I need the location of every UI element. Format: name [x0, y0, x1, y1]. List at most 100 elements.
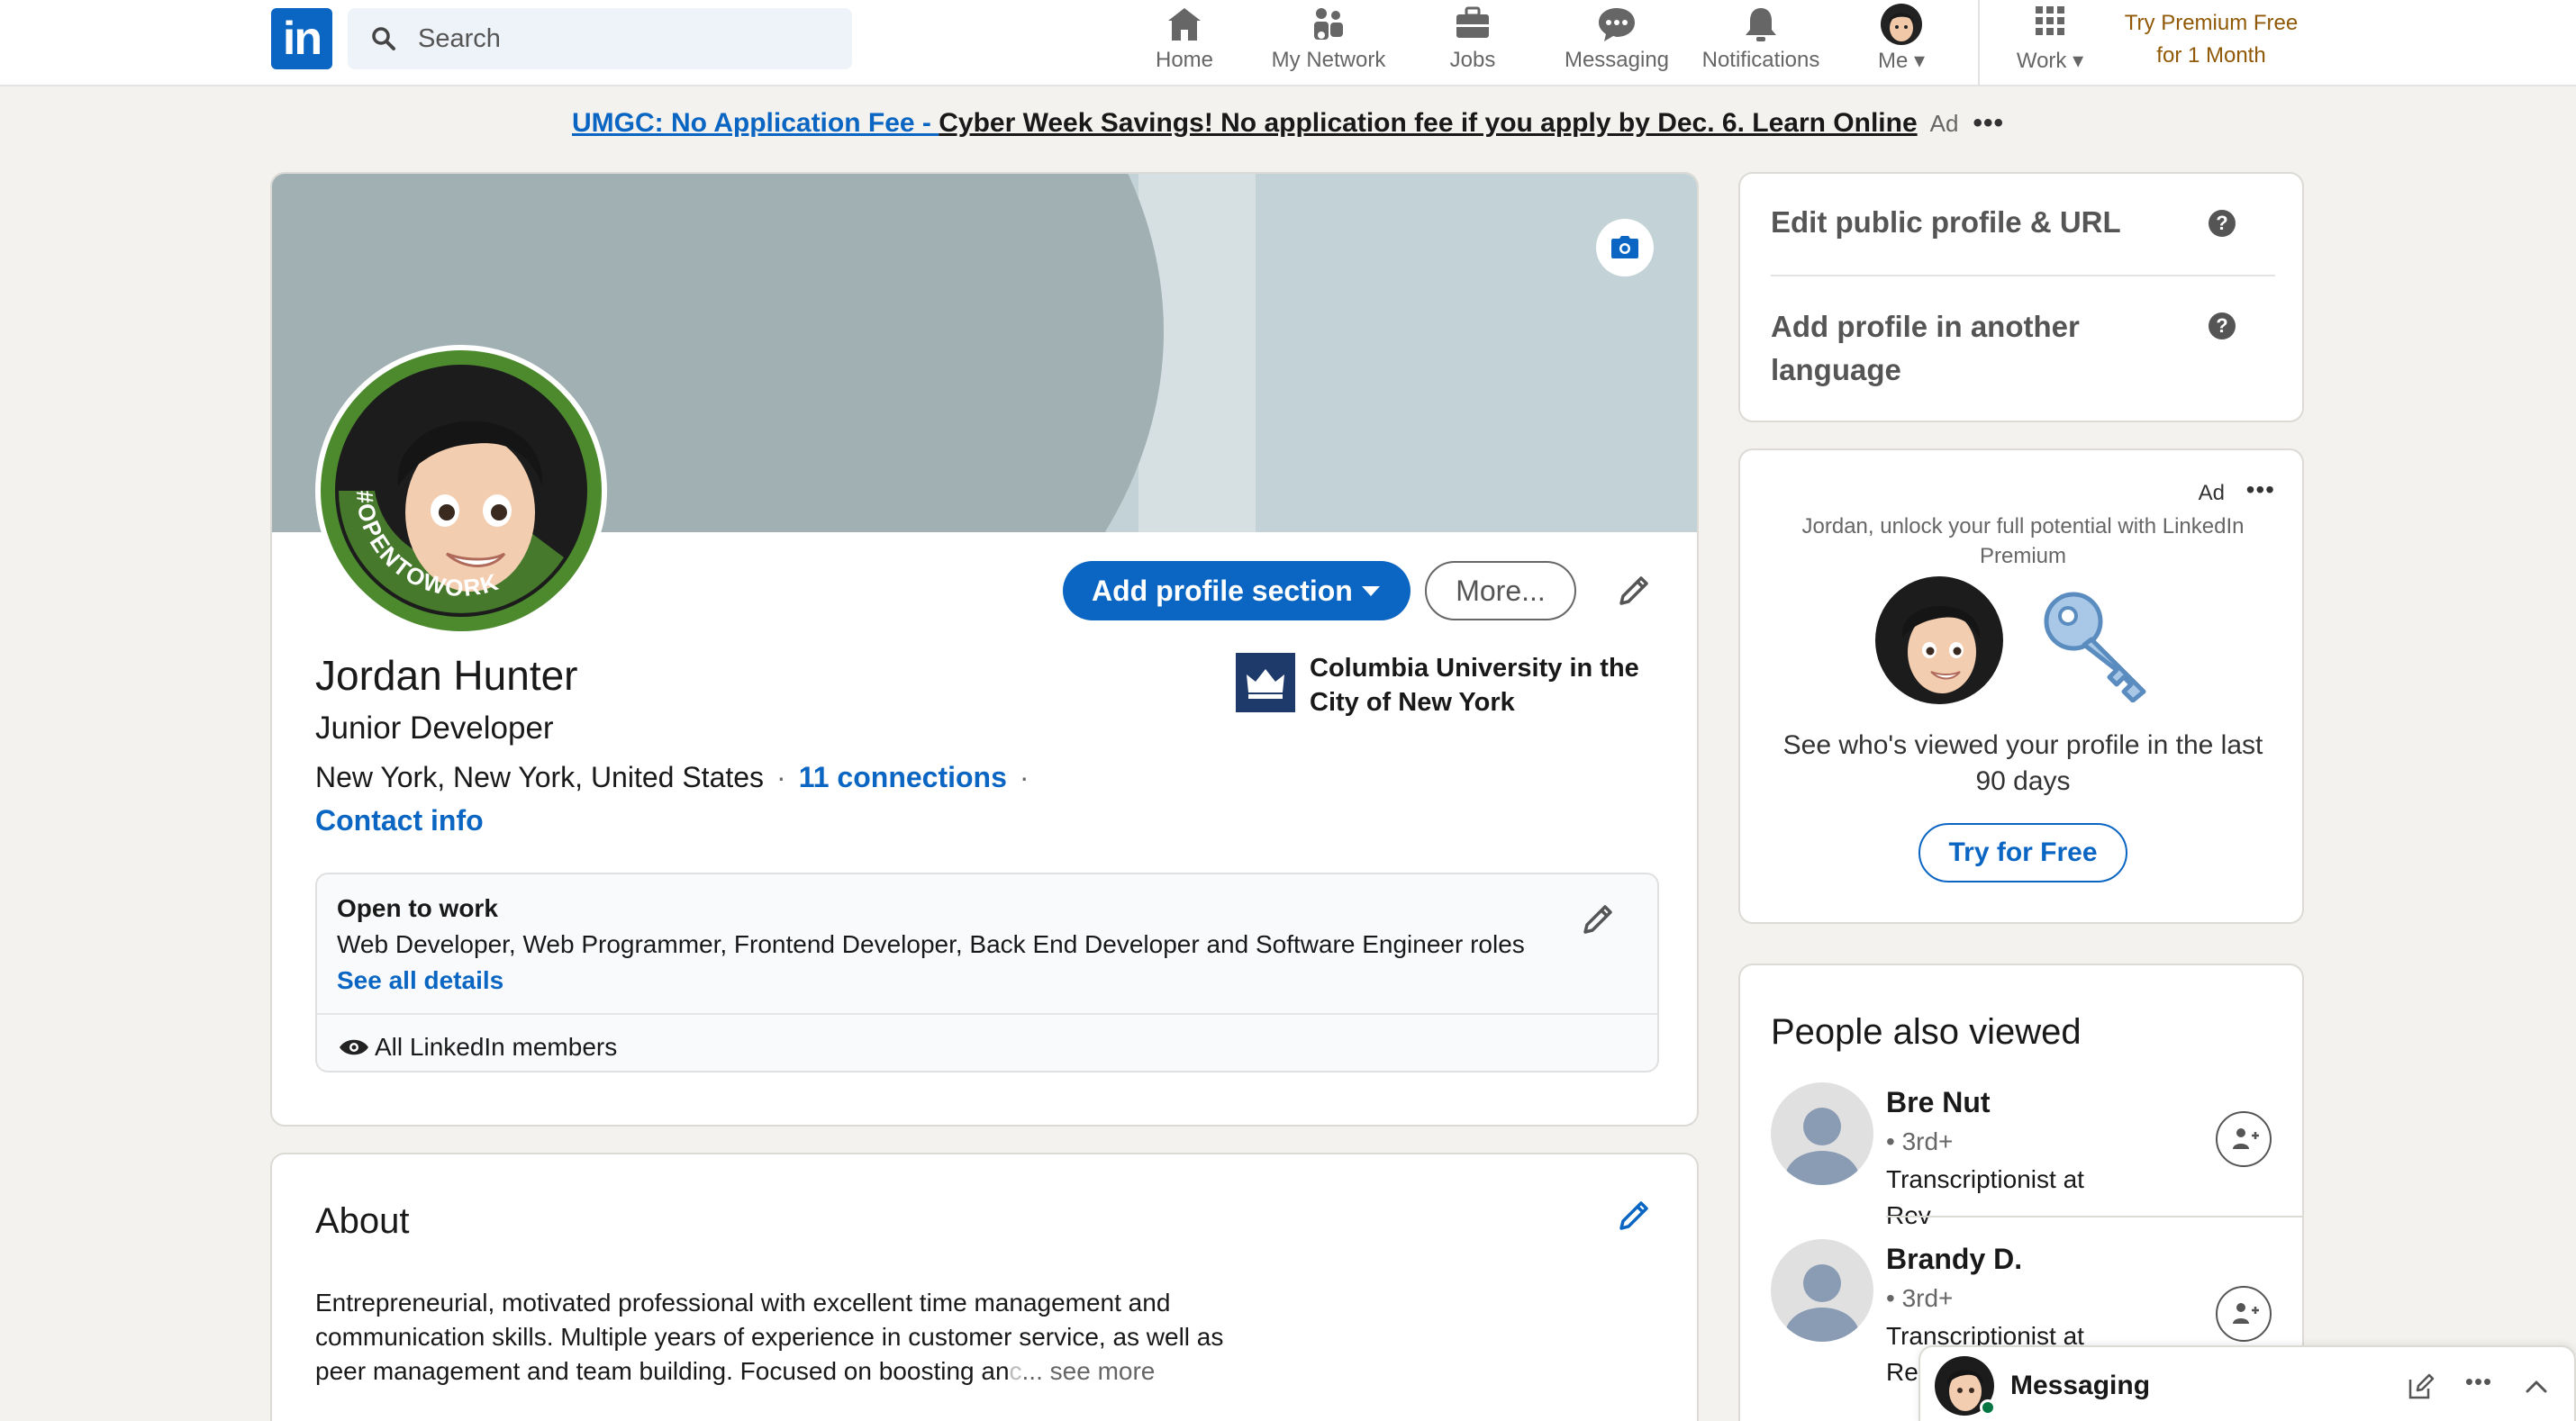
ad-banner-text[interactable]: Cyber Week Savings! No application fee i… — [939, 108, 1917, 138]
chat-icon — [1599, 8, 1635, 41]
network-icon — [1314, 8, 1343, 40]
chevron-up-icon[interactable] — [2522, 1372, 2551, 1401]
ad-tag: Ad — [2198, 481, 2225, 505]
person-name[interactable]: Bre Nut — [1886, 1086, 1991, 1119]
edit-about-pencil-icon[interactable] — [1614, 1196, 1654, 1235]
open-to-work-box: Open to work Web Developer, Web Programm… — [315, 873, 1659, 1073]
open-to-work-photo-frame: #OPENTOWORK — [321, 350, 602, 631]
online-status-indicator — [1980, 1399, 1996, 1416]
key-icon — [2044, 592, 2146, 702]
open-to-work-title: Open to work — [337, 894, 498, 922]
try-premium-link[interactable]: Try Premium Free for 1 Month — [2108, 7, 2315, 72]
premium-tagline: Jordan, unlock your full potential with … — [1801, 514, 2245, 568]
try-for-free-button[interactable]: Try for Free — [1918, 823, 2127, 882]
premium-line-2: for 1 Month — [2156, 43, 2266, 68]
ad-tag: Ad — [1929, 110, 1959, 137]
help-icon[interactable]: ? — [2209, 210, 2236, 237]
help-icon[interactable]: ? — [2209, 312, 2236, 339]
profile-card: #OPENTOWORK Add profile section More... … — [270, 172, 1699, 1127]
nav-messaging-label: Messaging — [1564, 48, 1670, 72]
top-navigation: in Home My Network Jobs — [0, 0, 2576, 86]
person-avatar — [1771, 1239, 1873, 1342]
nav-jobs[interactable]: Jobs — [1432, 0, 1513, 86]
nav-work[interactable]: Work ▾ — [2005, 0, 2095, 86]
nav-jobs-label: Jobs — [1449, 48, 1496, 72]
avatar-icon — [1881, 4, 1922, 45]
about-fade: c — [1009, 1357, 1022, 1385]
profile-name: Jordan Hunter — [315, 652, 578, 699]
nav-my-network-label: My Network — [1271, 48, 1386, 72]
ad-banner: UMGC: No Application Fee - Cyber Week Sa… — [0, 108, 2576, 139]
people-also-viewed-heading: People also viewed — [1771, 1012, 2082, 1052]
caret-down-icon — [1362, 586, 1380, 596]
nav-my-network[interactable]: My Network — [1261, 0, 1396, 86]
ad-banner-link[interactable]: UMGC: No Application Fee - — [572, 108, 939, 138]
edit-public-profile-link[interactable]: Edit public profile & URL — [1771, 201, 2185, 244]
profile-headline: Junior Developer — [315, 710, 554, 746]
contact-info-link[interactable]: Contact info — [315, 804, 484, 837]
divider — [1886, 1216, 2302, 1217]
connect-button[interactable] — [2216, 1286, 2272, 1342]
nav-divider — [1978, 0, 1980, 86]
ad-options-button[interactable]: ••• — [1973, 108, 2004, 138]
edit-open-to-work-pencil-icon[interactable] — [1578, 900, 1618, 939]
about-card: About Entrepreneurial, motivated profess… — [270, 1153, 1699, 1421]
school-name: Columbia University in the City of New Y… — [1310, 654, 1639, 717]
nav-notifications[interactable]: Notifications — [1693, 0, 1828, 86]
edit-intro-pencil-icon[interactable] — [1614, 571, 1654, 611]
camera-icon — [1611, 236, 1638, 258]
person-avatar — [1771, 1082, 1873, 1185]
see-all-details-link[interactable]: See all details — [337, 966, 503, 995]
about-heading: About — [315, 1201, 410, 1241]
add-profile-section-button[interactable]: Add profile section — [1063, 561, 1410, 620]
bell-icon — [1746, 8, 1776, 41]
connections-link[interactable]: 11 connections — [799, 761, 1007, 793]
add-profile-section-label: Add profile section — [1092, 575, 1353, 607]
search-input[interactable] — [418, 8, 832, 69]
person-degree: • 3rd+ — [1886, 1127, 1954, 1155]
divider — [317, 1013, 1657, 1015]
ad-options-button[interactable]: ••• — [2246, 475, 2275, 504]
premium-pitch: See who's viewed your profile in the las… — [1782, 730, 2263, 796]
profile-location-line: New York, New York, United States · 11 con… — [315, 761, 1042, 794]
compose-message-icon[interactable] — [2407, 1372, 2435, 1401]
premium-line-1: Try Premium Free — [2124, 11, 2299, 35]
linkedin-logo[interactable]: in — [271, 8, 332, 69]
eye-icon — [340, 1039, 368, 1055]
visibility-label: All LinkedIn members — [375, 1033, 618, 1061]
add-language-profile-link[interactable]: Add profile in another language — [1771, 305, 2185, 392]
nav-messaging[interactable]: Messaging — [1555, 0, 1679, 86]
separator-dot: · — [776, 761, 786, 793]
divider — [1771, 275, 2275, 276]
nav-me[interactable]: Me ▾ — [1864, 0, 1938, 86]
columbia-crest-icon — [1236, 653, 1295, 712]
edit-cover-button[interactable] — [1596, 219, 1654, 276]
nav-me-label: Me ▾ — [1877, 49, 1926, 73]
list-item[interactable]: Bre Nut • 3rd+ Transcriptionist at Rev — [1771, 1082, 2293, 1229]
more-button[interactable]: More... — [1425, 561, 1576, 620]
briefcase-icon — [1456, 6, 1489, 38]
add-person-icon — [2233, 1128, 2259, 1149]
messaging-label: Messaging — [2010, 1371, 2151, 1400]
connect-button[interactable] — [2216, 1111, 2272, 1167]
premium-ad-card: Ad ••• Jordan, unlock your full potentia… — [1738, 448, 2304, 924]
home-icon — [1168, 8, 1201, 41]
about-text: Entrepreneurial, motivated professional … — [315, 1286, 1252, 1389]
search-bar[interactable] — [348, 8, 852, 69]
profile-location: New York, New York, United States — [315, 761, 765, 793]
nav-work-label: Work ▾ — [2016, 49, 2084, 73]
messaging-options-button[interactable]: ••• — [2464, 1367, 2493, 1396]
profile-photo[interactable]: #OPENTOWORK — [315, 345, 607, 637]
nav-home[interactable]: Home — [1137, 0, 1232, 86]
profile-settings-card: Edit public profile & URL ? Add profile … — [1738, 172, 2304, 422]
search-icon — [372, 27, 395, 50]
person-degree: • 3rd+ — [1886, 1284, 1954, 1312]
separator-dot: · — [1019, 761, 1029, 793]
open-to-work-roles: Web Developer, Web Programmer, Frontend … — [337, 930, 1525, 958]
person-name[interactable]: Brandy D. — [1886, 1243, 2022, 1276]
nav-notifications-label: Notifications — [1701, 48, 1820, 72]
grid-icon — [2036, 6, 2064, 35]
messaging-overlay-bar[interactable]: Messaging ••• — [1918, 1345, 2576, 1421]
see-more-link[interactable]: ... see more — [1022, 1357, 1156, 1385]
add-person-icon — [2233, 1303, 2259, 1324]
